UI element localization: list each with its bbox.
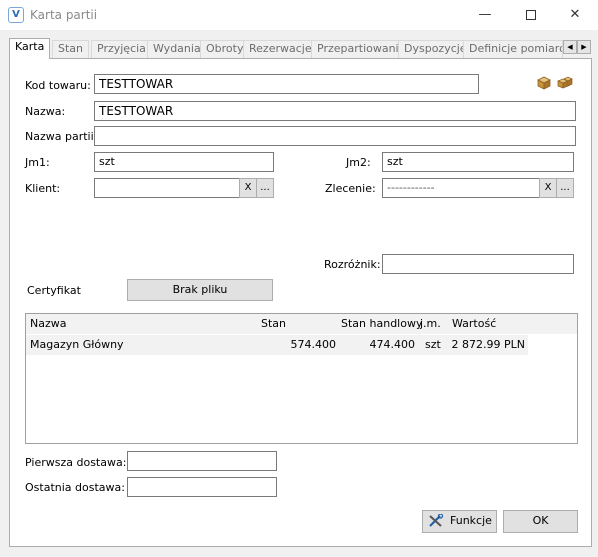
funkcje-button[interactable]: Funkcje (422, 510, 497, 533)
cell-nazwa: Magazyn Główny (30, 338, 124, 351)
box-icon[interactable] (536, 76, 552, 90)
jm1-label: Jm1: (25, 156, 50, 169)
zlecenie-clear-button[interactable]: X (539, 178, 557, 198)
column-header-stan[interactable]: Stan (261, 317, 286, 330)
karta-partii-window: V Karta partii — ✕ Karta Stan Przyjęcia … (0, 0, 598, 557)
pierwsza-dostawa-field[interactable] (127, 451, 277, 471)
maximize-icon (526, 9, 536, 20)
nazwa-label: Nazwa: (25, 105, 66, 118)
column-header-wartosc[interactable]: Wartość (452, 317, 496, 330)
stock-grid[interactable]: Nazwa Stan Stan handlowy j.m. Wartość Ma… (25, 313, 578, 444)
maximize-button[interactable] (508, 0, 554, 30)
rozroznik-field[interactable] (382, 254, 574, 274)
minimize-button[interactable]: — (462, 0, 508, 30)
brak-pliku-button[interactable]: Brak pliku (127, 279, 273, 301)
kod-towaru-field[interactable]: TESTTOWAR (94, 74, 479, 94)
ostatnia-dostawa-field[interactable] (127, 477, 277, 497)
column-header-nazwa[interactable]: Nazwa (30, 317, 66, 330)
cell-jm: szt (425, 338, 441, 351)
klient-clear-button[interactable]: X (239, 178, 257, 198)
grid-header: Nazwa Stan Stan handlowy j.m. Wartość (26, 314, 577, 334)
table-row[interactable]: Magazyn Główny 574.400 474.400 szt 2 872… (26, 335, 577, 355)
title-bar: V Karta partii — ✕ (0, 0, 598, 30)
klient-field[interactable] (94, 178, 240, 198)
column-header-jm[interactable]: j.m. (420, 317, 441, 330)
row-filler (528, 335, 577, 355)
certyfikat-label: Certyfikat (27, 284, 81, 297)
funkcje-button-label: Funkcje (450, 514, 492, 527)
boxes-icon[interactable] (557, 76, 573, 90)
tab-stan[interactable]: Stan (52, 40, 90, 58)
close-button[interactable]: ✕ (552, 0, 598, 30)
column-header-stan-handlowy[interactable]: Stan handlowy (341, 317, 422, 330)
tab-scroll-right-button[interactable]: ▶ (577, 40, 591, 54)
cell-stan: 574.400 (290, 338, 337, 351)
tab-definicje-pomiarow[interactable]: Definicje pomiarów (463, 40, 563, 58)
ok-button[interactable]: OK (503, 510, 578, 533)
jm2-label: Jm2: (346, 156, 371, 169)
tab-przepartiowania[interactable]: Przepartiowania (311, 40, 412, 58)
cell-wartosc: 2 872.99 PLN (451, 338, 525, 351)
klient-label: Klient: (25, 182, 61, 195)
app-icon: V (8, 7, 24, 23)
ostatnia-dostawa-label: Ostatnia dostawa: (25, 481, 125, 494)
pierwsza-dostawa-label: Pierwsza dostawa: (25, 456, 127, 469)
tab-karta[interactable]: Karta (9, 38, 51, 59)
jm1-field[interactable]: szt (94, 152, 274, 172)
zlecenie-browse-button[interactable]: ... (556, 178, 574, 198)
jm2-field[interactable]: szt (382, 152, 574, 172)
zlecenie-field[interactable]: ------------ (382, 178, 540, 198)
cell-stan-handlowy: 474.400 (369, 338, 416, 351)
klient-browse-button[interactable]: ... (256, 178, 274, 198)
nazwa-partii-field[interactable] (94, 126, 576, 146)
zlecenie-label: Zlecenie: (325, 182, 376, 195)
tools-icon (429, 514, 444, 527)
rozroznik-label: Rozróżnik: (324, 258, 381, 271)
kod-towaru-label: Kod towaru: (25, 79, 91, 92)
nazwa-partii-label: Nazwa partii: (25, 130, 98, 143)
tab-rezerwacje[interactable]: Rezerwacje (243, 40, 318, 58)
tab-scroll-left-button[interactable]: ◀ (563, 40, 577, 54)
tab-dyspozycje[interactable]: Dyspozycje (398, 40, 473, 58)
nazwa-field[interactable]: TESTTOWAR (94, 101, 576, 121)
tab-wydania[interactable]: Wydania (147, 40, 207, 58)
window-title: Karta partii (30, 8, 98, 22)
tab-przyjecia[interactable]: Przyjęcia (91, 40, 152, 58)
